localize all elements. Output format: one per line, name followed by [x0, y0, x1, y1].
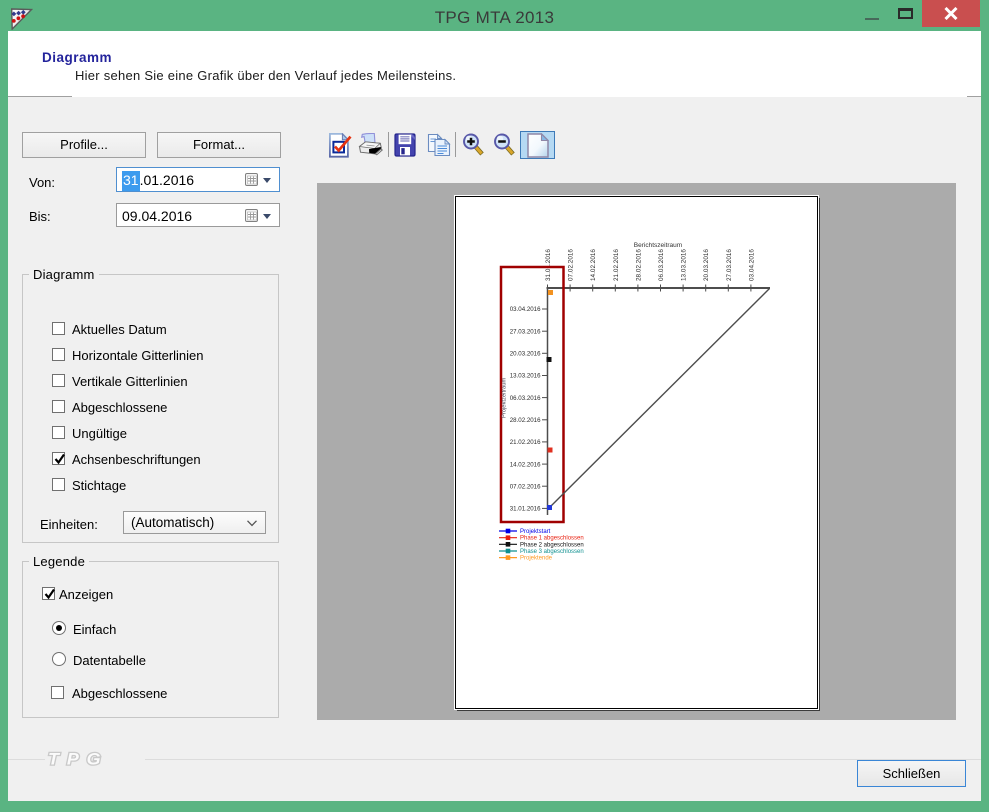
svg-text:Projektzeitraum: Projektzeitraum: [502, 378, 508, 418]
svg-text:03.04.2016: 03.04.2016: [748, 249, 755, 281]
svg-text:28.02.2016: 28.02.2016: [510, 417, 541, 424]
svg-text:TPG: TPG: [48, 750, 108, 768]
svg-text:28.02.2016: 28.02.2016: [635, 249, 642, 281]
svg-text:03.04.2016: 03.04.2016: [510, 306, 541, 313]
svg-text:14.02.2016: 14.02.2016: [510, 461, 541, 468]
svg-text:Projektende: Projektende: [520, 556, 553, 562]
svg-text:Berichtszeitraum: Berichtszeitraum: [634, 242, 682, 249]
svg-text:13.03.2016: 13.03.2016: [510, 373, 541, 380]
svg-text:Phase 1 abgeschlossen: Phase 1 abgeschlossen: [520, 536, 584, 542]
svg-text:14.02.2016: 14.02.2016: [590, 249, 597, 281]
svg-text:31.01.2016: 31.01.2016: [545, 249, 552, 281]
svg-text:31.01.2016: 31.01.2016: [510, 506, 541, 513]
svg-text:21.02.2016: 21.02.2016: [510, 439, 541, 446]
svg-text:06.03.2016: 06.03.2016: [510, 395, 541, 402]
svg-text:20.03.2016: 20.03.2016: [510, 351, 541, 358]
svg-text:Phase 3 abgeschlossen: Phase 3 abgeschlossen: [520, 549, 584, 555]
svg-text:21.02.2016: 21.02.2016: [613, 249, 620, 281]
svg-text:Projektstart: Projektstart: [520, 529, 551, 535]
svg-text:27.03.2016: 27.03.2016: [726, 249, 733, 281]
svg-text:27.03.2016: 27.03.2016: [510, 328, 541, 335]
svg-text:20.03.2016: 20.03.2016: [703, 249, 710, 281]
svg-text:Phase 2 abgeschlossen: Phase 2 abgeschlossen: [520, 542, 584, 548]
svg-text:07.02.2016: 07.02.2016: [568, 249, 575, 281]
svg-text:13.03.2016: 13.03.2016: [681, 249, 688, 281]
svg-text:06.03.2016: 06.03.2016: [658, 249, 665, 281]
svg-text:07.02.2016: 07.02.2016: [510, 483, 541, 490]
